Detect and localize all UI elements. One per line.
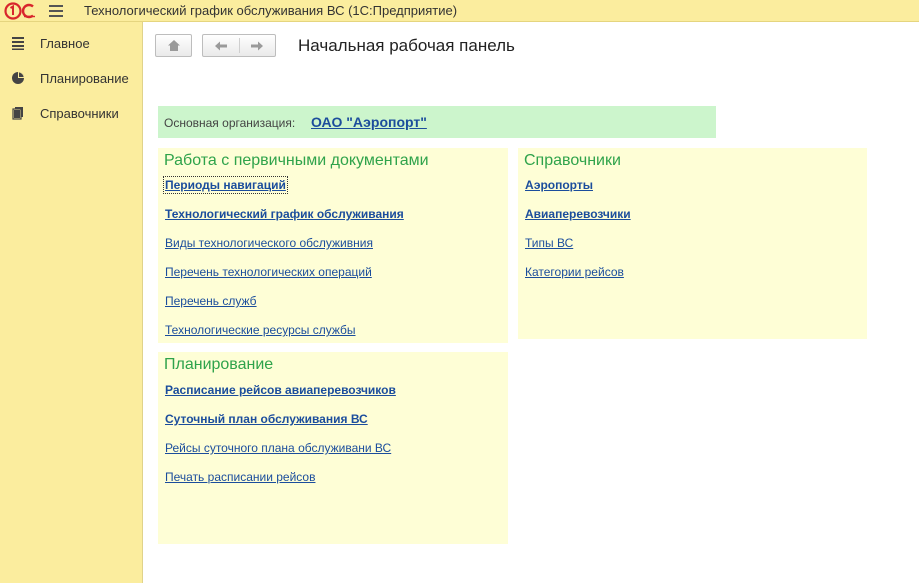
link-aircraft-types[interactable]: Типы ВС: [525, 236, 573, 250]
link-service-schedule[interactable]: Технологический график обслуживания: [165, 207, 404, 221]
page-title: Начальная рабочая панель: [298, 36, 515, 55]
1c-logo-icon[interactable]: [4, 2, 38, 20]
sidebar-item-label: Главное: [40, 36, 90, 51]
planning-panel: Планирование Расписание рейсов авиаперев…: [158, 352, 508, 544]
organization-link[interactable]: ОАО "Аэропорт": [311, 114, 427, 130]
organization-label: Основная организация:: [164, 116, 296, 130]
sidebar-item-label: Справочники: [40, 106, 119, 121]
link-airlines[interactable]: Авиаперевозчики: [525, 207, 631, 221]
button-divider: [239, 38, 240, 53]
sidebar-item-main[interactable]: Главное: [0, 32, 143, 56]
books-icon: [12, 107, 23, 120]
navigation-buttons: [202, 34, 276, 57]
organization-panel: Основная организация: ОАО "Аэропорт": [158, 106, 716, 138]
link-daily-plan[interactable]: Суточный план обслуживания ВС: [165, 412, 368, 426]
sidebar-item-planning[interactable]: Планирование: [0, 67, 143, 91]
sidebar: Главное Планирование Справочники: [0, 22, 143, 583]
documents-panel: Работа с первичными документами Периоды …: [158, 148, 508, 343]
link-airports[interactable]: Аэропорты: [525, 178, 593, 192]
home-button[interactable]: [155, 34, 192, 57]
link-services-list[interactable]: Перечень служб: [165, 294, 257, 308]
link-flight-categories[interactable]: Категории рейсов: [525, 265, 624, 279]
pie-chart-icon: [12, 72, 24, 84]
arrow-left-icon[interactable]: [214, 40, 228, 52]
link-navigation-periods[interactable]: Периоды навигаций: [163, 176, 288, 194]
references-panel: Справочники Аэропорты Авиаперевозчики Ти…: [518, 148, 867, 339]
link-maintenance-types[interactable]: Виды технологического обслуживния: [165, 236, 373, 250]
sidebar-item-references[interactable]: Справочники: [0, 102, 143, 126]
link-print-schedule[interactable]: Печать расписании рейсов: [165, 470, 315, 484]
panel-title: Работа с первичными документами: [164, 152, 429, 169]
link-airline-schedule[interactable]: Расписание рейсов авиаперевозчиков: [165, 383, 396, 397]
panel-title: Справочники: [524, 152, 621, 169]
link-operations-list[interactable]: Перечень технологических операций: [165, 265, 372, 279]
title-bar: Технологический график обслуживания ВС (…: [0, 0, 919, 22]
link-daily-plan-flights[interactable]: Рейсы суточного плана обслуживани ВС: [165, 441, 391, 455]
main-menu-icon[interactable]: [49, 5, 63, 17]
list-icon: [12, 37, 24, 50]
window-title: Технологический график обслуживания ВС (…: [84, 3, 458, 18]
sidebar-item-label: Планирование: [40, 71, 129, 86]
arrow-right-icon[interactable]: [250, 40, 264, 52]
home-icon: [168, 40, 180, 51]
link-service-resources[interactable]: Технологические ресурсы службы: [165, 323, 356, 337]
panel-title: Планирование: [164, 356, 274, 373]
